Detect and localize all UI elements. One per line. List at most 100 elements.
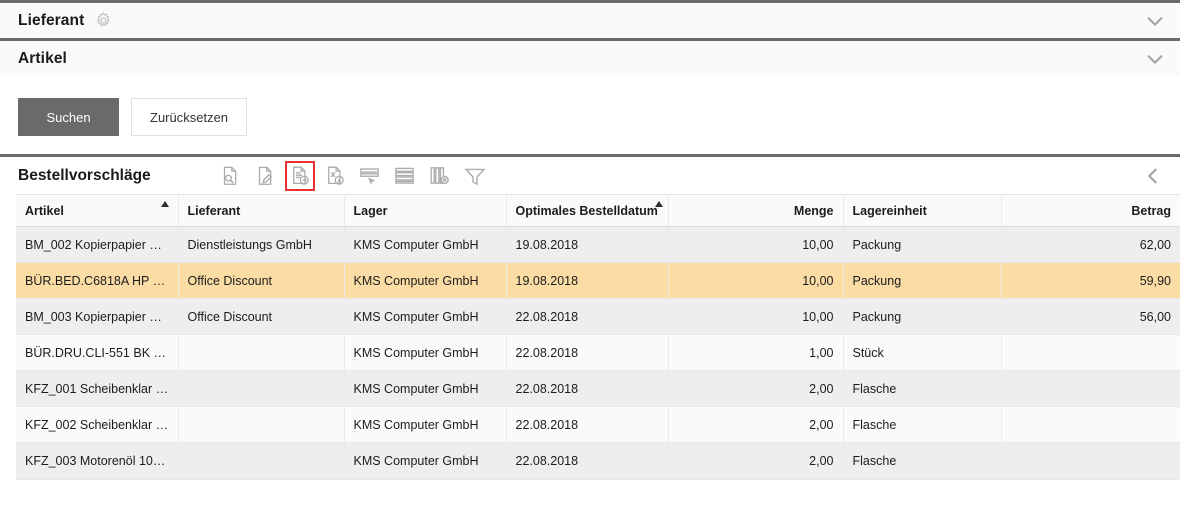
cell-lager: KMS Computer GmbH xyxy=(344,226,507,263)
order-proposals-table: Artikel Lieferant Lager Optimales Bestel… xyxy=(16,194,1180,479)
column-header-lieferant[interactable]: Lieferant xyxy=(178,194,345,227)
section-title-lieferant: Lieferant xyxy=(18,11,85,29)
chevron-down-icon-lieferant[interactable] xyxy=(1144,10,1166,32)
column-label-lagereinheit: Lagereinheit xyxy=(852,203,927,218)
cell-menge: 10,00 xyxy=(668,262,844,299)
cell-artikel: KFZ_002 Scheibenklar Wi… xyxy=(16,406,179,443)
cell-artikel: KFZ_001 Scheibenklar So… xyxy=(16,370,179,407)
cell-betrag xyxy=(1001,370,1180,407)
cell-lieferant: Dienstleistungs GmbH xyxy=(178,226,345,263)
column-label-optimales-bestelldatum: Optimales Bestelldatum xyxy=(515,203,658,218)
document-reject-icon[interactable] xyxy=(320,161,350,191)
table-row[interactable]: BM_002 Kopierpapier 100g Dienstleistungs… xyxy=(16,226,1180,263)
order-proposals-table-wrap: Artikel Lieferant Lager Optimales Bestel… xyxy=(0,194,1180,480)
column-label-artikel: Artikel xyxy=(25,203,64,218)
sort-ascending-icon-bestelldatum xyxy=(654,201,663,207)
table-header: Artikel Lieferant Lager Optimales Bestel… xyxy=(16,194,1180,227)
sort-ascending-icon-artikel xyxy=(160,201,169,207)
table-header-row: Artikel Lieferant Lager Optimales Bestel… xyxy=(16,194,1180,227)
cell-lieferant: Office Discount xyxy=(178,262,345,299)
filter-funnel-icon[interactable] xyxy=(460,161,490,191)
table-rows-icon[interactable] xyxy=(390,161,420,191)
document-edit-icon[interactable] xyxy=(250,161,280,191)
cell-datum: 22.08.2018 xyxy=(506,298,669,335)
cell-menge: 2,00 xyxy=(668,442,844,479)
cell-lieferant xyxy=(178,442,345,479)
cell-betrag: 62,00 xyxy=(1001,226,1180,263)
cell-datum: 22.08.2018 xyxy=(506,334,669,371)
cell-lager: KMS Computer GmbH xyxy=(344,442,507,479)
cell-betrag: 59,90 xyxy=(1001,262,1180,299)
cell-lagereinheit: Flasche xyxy=(843,370,1002,407)
column-header-menge[interactable]: Menge xyxy=(668,194,844,227)
cell-lager: KMS Computer GmbH xyxy=(344,406,507,443)
panel-title: Bestellvorschläge xyxy=(18,166,151,184)
cell-betrag xyxy=(1001,334,1180,371)
table-row[interactable]: KFZ_003 Motorenöl 10W40 KMS Computer Gmb… xyxy=(16,442,1180,479)
table-row[interactable]: BM_003 Kopierpapier 80g Office Discount … xyxy=(16,298,1180,335)
cell-lager: KMS Computer GmbH xyxy=(344,262,507,299)
cell-lieferant: Office Discount xyxy=(178,298,345,335)
cell-artikel: BÜR.DRU.CLI-551 BK Ca… xyxy=(16,334,179,371)
column-label-lager: Lager xyxy=(353,203,388,218)
column-header-lager[interactable]: Lager xyxy=(344,194,507,227)
table-bottom-divider xyxy=(16,479,1180,480)
filter-actions: Suchen Zurücksetzen xyxy=(0,76,1180,154)
column-label-betrag: Betrag xyxy=(1131,203,1171,218)
cell-lagereinheit: Packung xyxy=(843,262,1002,299)
section-title-artikel: Artikel xyxy=(18,49,67,67)
cell-artikel: BM_003 Kopierpapier 80g xyxy=(16,298,179,335)
column-header-optimales-bestelldatum[interactable]: Optimales Bestelldatum xyxy=(506,194,669,227)
cell-artikel: KFZ_003 Motorenöl 10W40 xyxy=(16,442,179,479)
column-header-lagereinheit[interactable]: Lagereinheit xyxy=(843,194,1002,227)
search-button[interactable]: Suchen xyxy=(18,98,119,136)
cell-datum: 19.08.2018 xyxy=(506,262,669,299)
cell-lagereinheit: Packung xyxy=(843,226,1002,263)
cell-artikel: BÜR.BED.C6818A HP Ink… xyxy=(16,262,179,299)
table-row[interactable]: KFZ_001 Scheibenklar So… KMS Computer Gm… xyxy=(16,370,1180,407)
column-settings-icon[interactable] xyxy=(425,161,455,191)
column-label-lieferant: Lieferant xyxy=(187,203,241,218)
table-row[interactable]: BÜR.BED.C6818A HP Ink… Office Discount K… xyxy=(16,262,1180,299)
cell-datum: 22.08.2018 xyxy=(506,406,669,443)
section-header-artikel[interactable]: Artikel xyxy=(0,38,1180,76)
cell-menge: 10,00 xyxy=(668,298,844,335)
document-create-icon[interactable] xyxy=(284,160,315,191)
cell-betrag xyxy=(1001,406,1180,443)
column-header-betrag[interactable]: Betrag xyxy=(1001,194,1180,227)
order-proposals-page: Lieferant Artikel Suchen Zurücksetzen Be… xyxy=(0,0,1180,516)
cell-lagereinheit: Flasche xyxy=(843,442,1002,479)
gear-icon[interactable] xyxy=(94,11,113,30)
cell-lager: KMS Computer GmbH xyxy=(344,298,507,335)
cell-menge: 2,00 xyxy=(668,370,844,407)
chevron-left-icon[interactable] xyxy=(1142,165,1164,187)
table-select-icon[interactable] xyxy=(355,161,385,191)
cell-lagereinheit: Packung xyxy=(843,298,1002,335)
cell-datum: 22.08.2018 xyxy=(506,370,669,407)
cell-datum: 22.08.2018 xyxy=(506,442,669,479)
cell-lager: KMS Computer GmbH xyxy=(344,334,507,371)
cell-betrag xyxy=(1001,442,1180,479)
section-header-lieferant[interactable]: Lieferant xyxy=(0,0,1180,38)
column-header-artikel[interactable]: Artikel xyxy=(16,194,179,227)
cell-lieferant xyxy=(178,370,345,407)
cell-lieferant xyxy=(178,406,345,443)
table-row[interactable]: KFZ_002 Scheibenklar Wi… KMS Computer Gm… xyxy=(16,406,1180,443)
table-row[interactable]: BÜR.DRU.CLI-551 BK Ca… KMS Computer GmbH… xyxy=(16,334,1180,371)
column-label-menge: Menge xyxy=(793,203,834,218)
cell-menge: 1,00 xyxy=(668,334,844,371)
cell-lagereinheit: Flasche xyxy=(843,406,1002,443)
panel-header-bestellvorschlaege: Bestellvorschläge xyxy=(0,154,1180,194)
cell-lager: KMS Computer GmbH xyxy=(344,370,507,407)
cell-menge: 10,00 xyxy=(668,226,844,263)
cell-betrag: 56,00 xyxy=(1001,298,1180,335)
table-toolbar xyxy=(215,160,490,191)
chevron-down-icon-artikel[interactable] xyxy=(1144,48,1166,70)
reset-button[interactable]: Zurücksetzen xyxy=(131,98,248,136)
document-view-icon[interactable] xyxy=(215,161,245,191)
cell-artikel: BM_002 Kopierpapier 100g xyxy=(16,226,179,263)
cell-datum: 19.08.2018 xyxy=(506,226,669,263)
cell-menge: 2,00 xyxy=(668,406,844,443)
cell-lagereinheit: Stück xyxy=(843,334,1002,371)
cell-lieferant xyxy=(178,334,345,371)
